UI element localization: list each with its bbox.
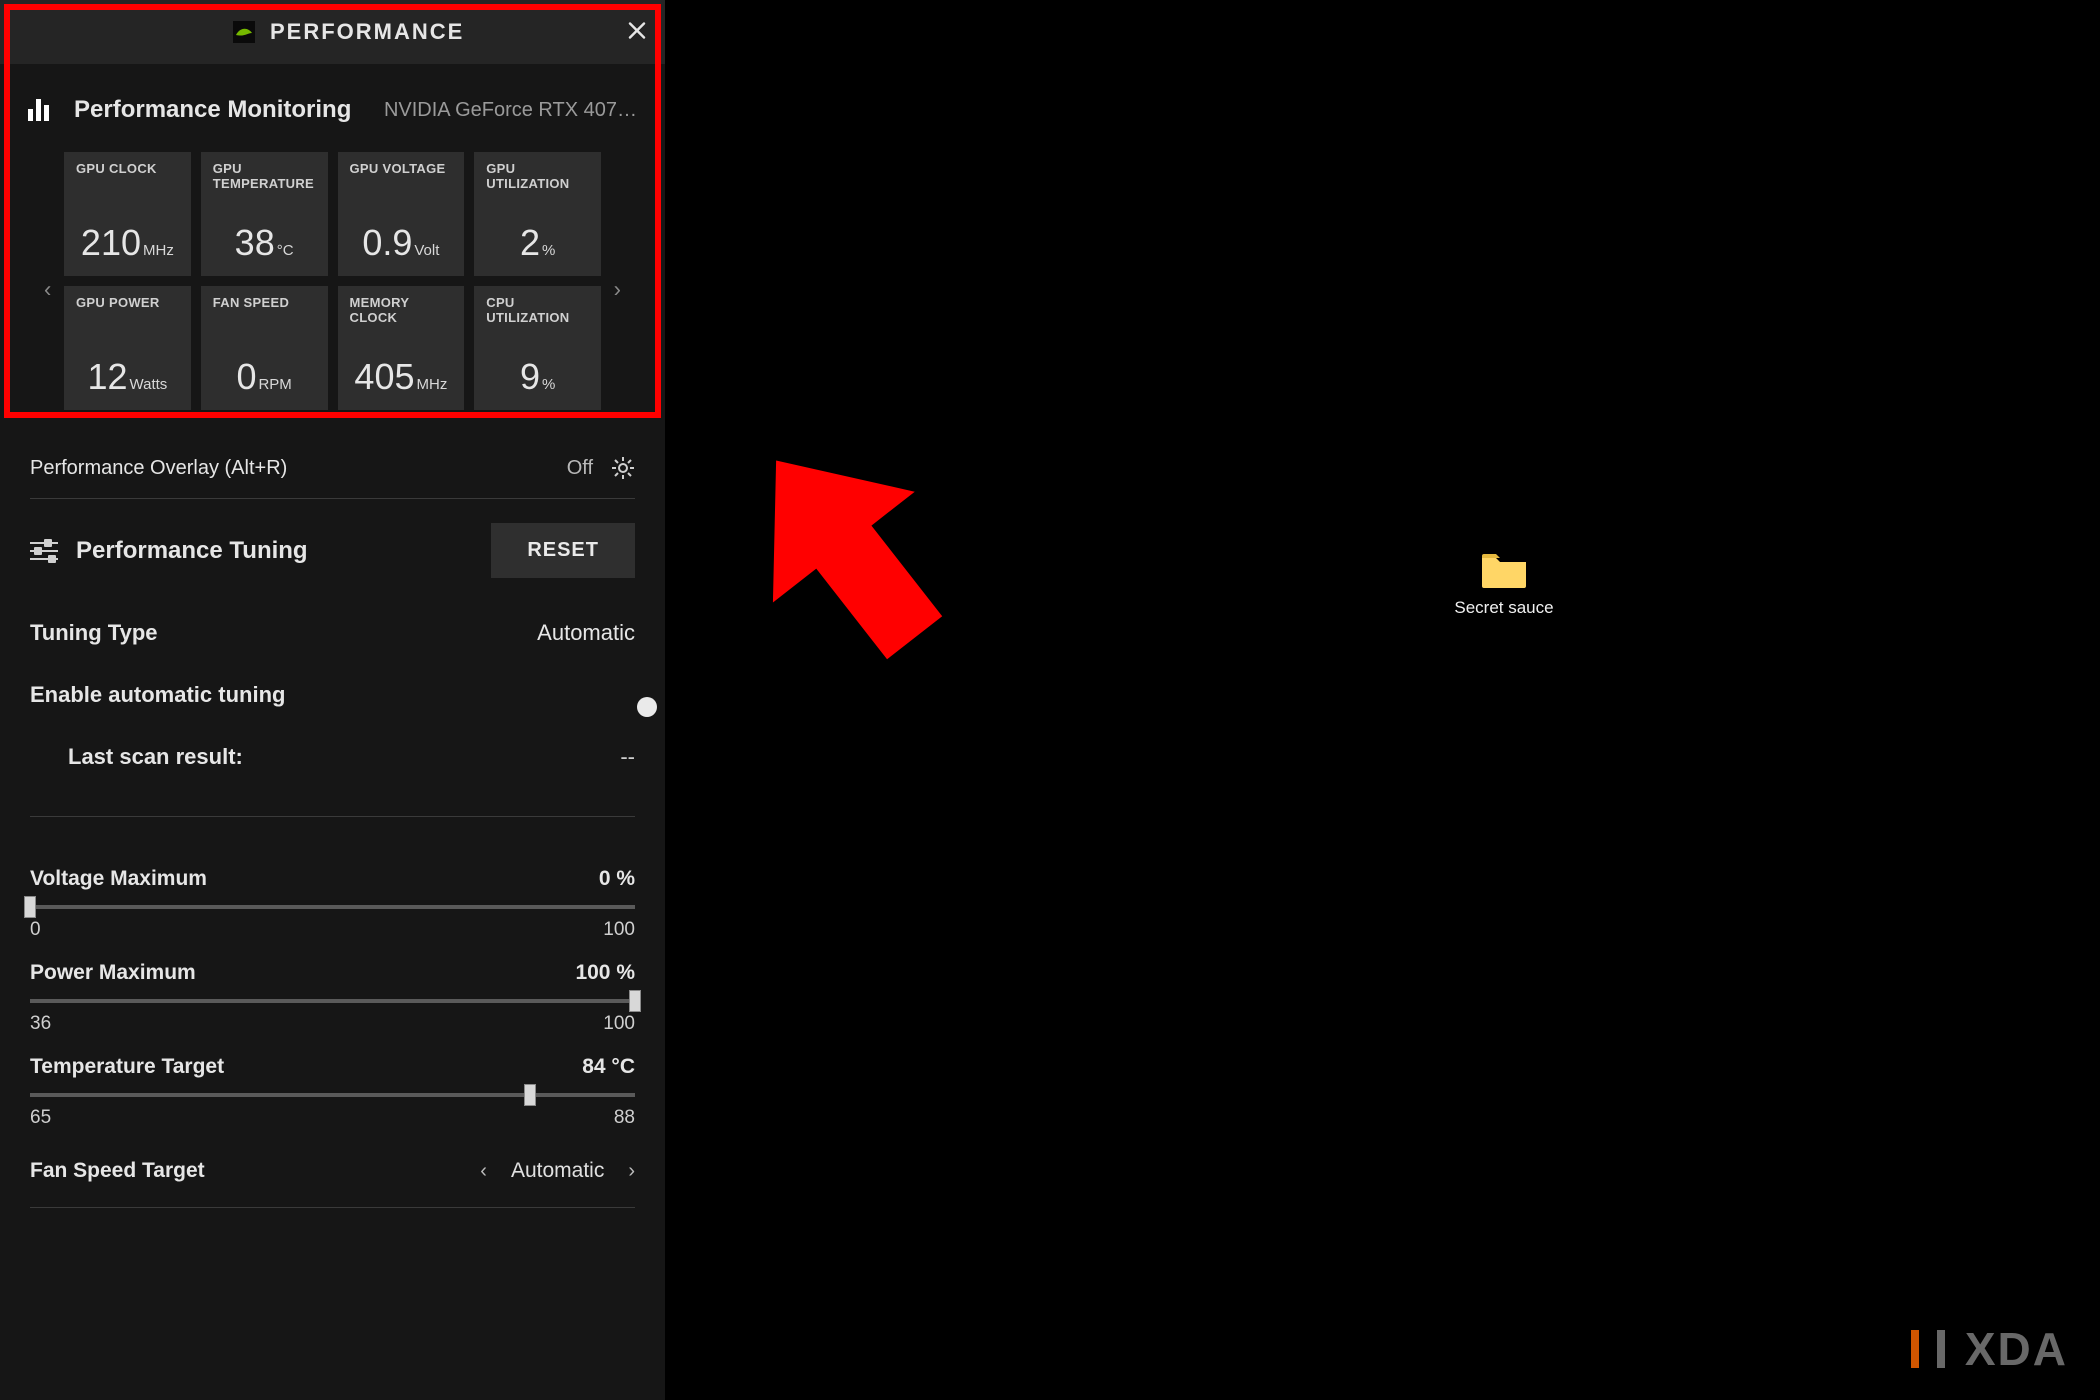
- fan-speed-row: Fan Speed Target ‹ Automatic ›: [0, 1135, 665, 1207]
- annotation-arrow: [720, 425, 980, 685]
- tile-unit: RPM: [258, 376, 291, 393]
- panel-title: PERFORMANCE: [270, 19, 464, 45]
- tile-unit: %: [542, 376, 555, 393]
- tile-gpu-temperature[interactable]: GPU TEMPERATURE 38°C: [201, 152, 328, 276]
- voltage-thumb[interactable]: [24, 896, 36, 918]
- carousel-prev-button[interactable]: ‹: [38, 270, 57, 308]
- overlay-state: Off: [567, 457, 593, 480]
- tile-label: FAN SPEED: [213, 296, 316, 311]
- tile-label: CPU UTILIZATION: [486, 296, 589, 326]
- tile-fan-speed[interactable]: FAN SPEED 0RPM: [201, 286, 328, 410]
- voltage-slider: Voltage Maximum 0 % 0 100: [0, 853, 665, 947]
- slider-value: 0 %: [599, 867, 635, 891]
- tile-unit: Volt: [414, 242, 439, 259]
- tile-value: 9: [520, 356, 540, 398]
- tile-label: GPU VOLTAGE: [350, 162, 453, 177]
- fan-next-button[interactable]: ›: [628, 1160, 635, 1183]
- tile-label: GPU UTILIZATION: [486, 162, 589, 192]
- auto-tuning-row: Enable automatic tuning: [0, 664, 665, 726]
- last-scan-row: Last scan result: --: [0, 726, 665, 788]
- voltage-track[interactable]: [30, 905, 635, 909]
- close-icon: [627, 21, 647, 41]
- nvidia-logo-icon: [232, 20, 256, 44]
- tile-gpu-power[interactable]: GPU POWER 12Watts: [64, 286, 191, 410]
- temperature-thumb[interactable]: [524, 1084, 536, 1106]
- tuning-header: Performance Tuning RESET: [0, 499, 665, 602]
- xda-logo-icon: [1905, 1326, 1951, 1372]
- metric-tiles: GPU CLOCK 210MHz GPU TEMPERATURE 38°C GP…: [64, 152, 601, 410]
- tile-unit: Watts: [130, 376, 168, 393]
- tile-value: 0.9: [362, 222, 412, 264]
- tile-gpu-voltage[interactable]: GPU VOLTAGE 0.9Volt: [338, 152, 465, 276]
- power-slider: Power Maximum 100 % 36 100: [0, 947, 665, 1041]
- slider-min: 0: [30, 919, 41, 941]
- overlay-settings-button[interactable]: [611, 456, 635, 480]
- reset-button[interactable]: RESET: [491, 523, 635, 578]
- tiles-carousel: ‹ › GPU CLOCK 210MHz GPU TEMPERATURE 38°…: [0, 152, 665, 442]
- tile-unit: °C: [277, 242, 294, 259]
- tile-value: 38: [235, 222, 275, 264]
- monitoring-header: Performance Monitoring NVIDIA GeForce RT…: [0, 64, 665, 152]
- tuning-title: Performance Tuning: [76, 537, 308, 565]
- tile-memory-clock[interactable]: MEMORY CLOCK 405MHz: [338, 286, 465, 410]
- xda-text: XDA: [1965, 1322, 2068, 1376]
- slider-min: 36: [30, 1013, 51, 1035]
- slider-label: Power Maximum: [30, 961, 196, 985]
- overlay-label: Performance Overlay (Alt+R): [30, 457, 287, 480]
- carousel-next-button[interactable]: ›: [608, 270, 627, 308]
- desktop-folder-label: Secret sauce: [1444, 598, 1564, 618]
- slider-max: 100: [603, 1013, 635, 1035]
- tile-unit: %: [542, 242, 555, 259]
- slider-max: 100: [603, 919, 635, 941]
- panel-header: PERFORMANCE: [0, 0, 665, 64]
- tile-value: 2: [520, 222, 540, 264]
- fan-speed-label: Fan Speed Target: [30, 1159, 205, 1183]
- tile-gpu-clock[interactable]: GPU CLOCK 210MHz: [64, 152, 191, 276]
- slider-min: 65: [30, 1107, 51, 1129]
- slider-label: Temperature Target: [30, 1055, 224, 1079]
- tile-unit: MHz: [417, 376, 448, 393]
- slider-value: 84 °C: [582, 1055, 635, 1079]
- slider-value: 100 %: [575, 961, 635, 985]
- tile-unit: MHz: [143, 242, 174, 259]
- tile-value: 0: [236, 356, 256, 398]
- overlay-row: Performance Overlay (Alt+R) Off: [0, 442, 665, 498]
- power-track[interactable]: [30, 999, 635, 1003]
- tuning-type-value: Automatic: [537, 620, 635, 646]
- tile-value: 12: [87, 356, 127, 398]
- tile-label: GPU POWER: [76, 296, 179, 311]
- tuning-type-label: Tuning Type: [30, 620, 158, 646]
- temperature-track[interactable]: [30, 1093, 635, 1097]
- slider-label: Voltage Maximum: [30, 867, 207, 891]
- temperature-slider: Temperature Target 84 °C 65 88: [0, 1041, 665, 1135]
- fan-speed-value: Automatic: [511, 1159, 604, 1183]
- auto-tuning-label: Enable automatic tuning: [30, 682, 285, 708]
- slider-max: 88: [614, 1107, 635, 1129]
- fan-prev-button[interactable]: ‹: [480, 1160, 487, 1183]
- power-thumb[interactable]: [629, 990, 641, 1012]
- last-scan-label: Last scan result:: [30, 744, 243, 770]
- tuning-type-row[interactable]: Tuning Type Automatic: [0, 602, 665, 664]
- tile-gpu-utilization[interactable]: GPU UTILIZATION 2%: [474, 152, 601, 276]
- folder-icon: [1480, 550, 1528, 590]
- monitoring-title: Performance Monitoring: [74, 96, 351, 124]
- desktop-folder[interactable]: Secret sauce: [1444, 550, 1564, 618]
- tile-label: GPU TEMPERATURE: [213, 162, 316, 192]
- gear-icon: [611, 456, 635, 480]
- divider: [30, 816, 635, 817]
- last-scan-value: --: [620, 744, 635, 770]
- tile-cpu-utilization[interactable]: CPU UTILIZATION 9%: [474, 286, 601, 410]
- divider: [30, 1207, 635, 1208]
- performance-panel: PERFORMANCE Performance Monitoring NVIDI…: [0, 0, 665, 1400]
- tile-label: GPU CLOCK: [76, 162, 179, 177]
- xda-watermark: XDA: [1905, 1322, 2068, 1376]
- close-button[interactable]: [627, 17, 647, 48]
- sliders-icon: [30, 540, 58, 562]
- gpu-name: NVIDIA GeForce RTX 407…: [384, 99, 637, 122]
- bars-icon: [28, 99, 56, 121]
- tile-label: MEMORY CLOCK: [350, 296, 453, 326]
- tile-value: 405: [354, 356, 414, 398]
- tile-value: 210: [81, 222, 141, 264]
